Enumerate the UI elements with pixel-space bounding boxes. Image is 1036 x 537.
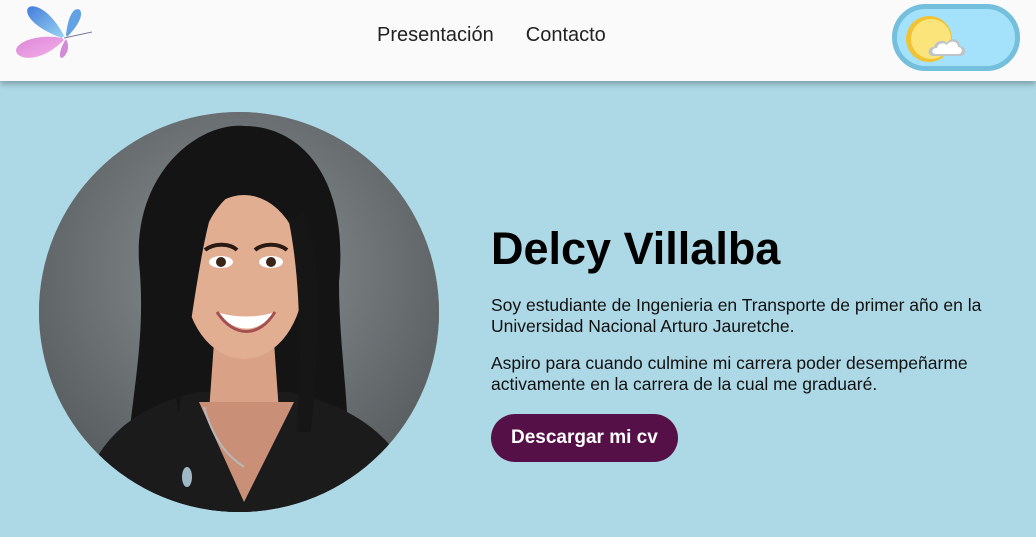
navbar: Presentación Contacto <box>0 0 1036 81</box>
logo[interactable] <box>12 2 96 64</box>
profile-name: Delcy Villalba <box>491 223 781 274</box>
bio-paragraph-1: Soy estudiante de Ingenieria en Transpor… <box>491 295 982 336</box>
download-cv-button[interactable]: Descargar mi cv <box>491 414 678 462</box>
main-nav: Presentación Contacto <box>377 24 606 47</box>
nav-link-presentacion[interactable]: Presentación <box>377 24 494 47</box>
theme-toggle[interactable] <box>892 4 1020 71</box>
nav-link-contacto[interactable]: Contacto <box>526 24 606 47</box>
butterfly-icon <box>16 6 93 58</box>
profile-info: Delcy Villalba Soy estudiante de Ingenie… <box>491 223 1001 462</box>
hero-section: Delcy Villalba Soy estudiante de Ingenie… <box>0 81 1036 537</box>
profile-photo <box>39 112 439 512</box>
bio-paragraph-2: Aspiro para cuando culmine mi carrera po… <box>491 353 968 394</box>
